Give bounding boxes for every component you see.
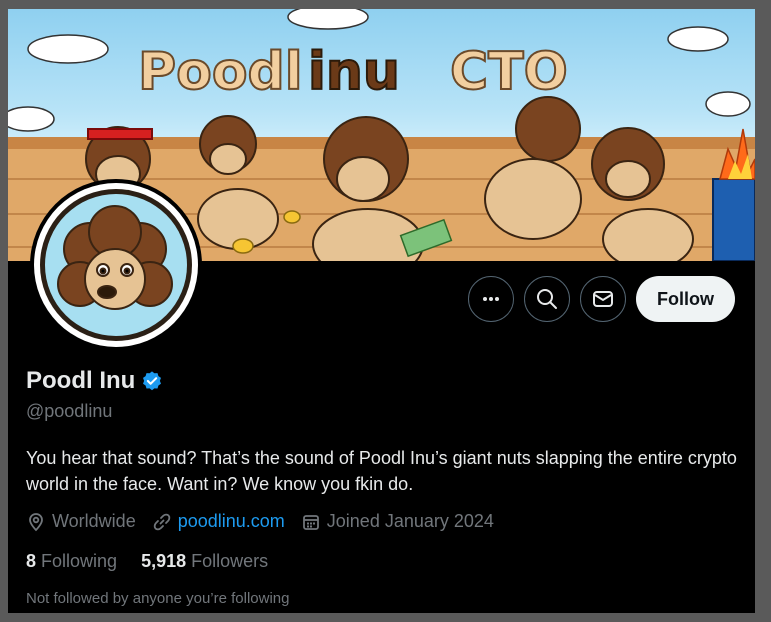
mail-icon	[593, 291, 613, 307]
location-pin-icon	[29, 512, 43, 531]
following-count: 8	[26, 551, 37, 571]
poodle-avatar-illustration	[57, 205, 173, 310]
search-button[interactable]	[524, 276, 570, 322]
more-button[interactable]	[468, 276, 514, 322]
joined-text: Joined January 2024	[326, 511, 494, 531]
profile-name-row: Poodl Inu	[26, 367, 163, 395]
profile-handle: @poodlinu	[26, 401, 113, 421]
website-item: poodlinu.com	[152, 511, 285, 532]
calendar-icon	[302, 514, 319, 530]
website-link[interactable]: poodlinu.com	[178, 511, 285, 532]
profile-name: Poodl Inu	[26, 367, 136, 394]
avatar-image	[45, 194, 187, 336]
following-link[interactable]: 8 Following	[26, 551, 117, 572]
profile-meta: Worldwide poodlinu.com Joined January 20…	[26, 511, 494, 532]
link-icon	[153, 513, 170, 530]
location-text: Worldwide	[52, 511, 136, 531]
follow-counts: 8 Following 5,918 Followers	[26, 551, 268, 572]
avatar[interactable]	[30, 179, 202, 351]
profile-actions: Follow	[468, 276, 735, 322]
following-label: Following	[41, 551, 118, 571]
profile-bio: You hear that sound? That’s the sound of…	[26, 448, 737, 494]
follow-button[interactable]: Follow	[636, 276, 735, 322]
search-icon	[537, 289, 557, 309]
banner-title-letters: Poodl inu CTO	[137, 41, 569, 103]
svg-text:Poodl: Poodl	[138, 42, 303, 102]
svg-text:inu: inu	[308, 42, 400, 102]
more-horizontal-icon	[483, 297, 499, 301]
verified-badge-icon[interactable]	[141, 370, 163, 392]
profile-page: Poodl inu CTO Follow Poodl Inu @poodlinu…	[8, 9, 755, 613]
followers-label: Followers	[191, 551, 269, 571]
message-button[interactable]	[580, 276, 626, 322]
followers-link[interactable]: 5,918 Followers	[141, 551, 268, 572]
followers-count: 5,918	[141, 551, 187, 571]
not-followed-note: Not followed by anyone you’re following	[26, 590, 290, 607]
svg-text:CTO: CTO	[450, 42, 568, 102]
joined-item: Joined January 2024	[301, 511, 494, 532]
location-item: Worldwide	[26, 511, 136, 532]
